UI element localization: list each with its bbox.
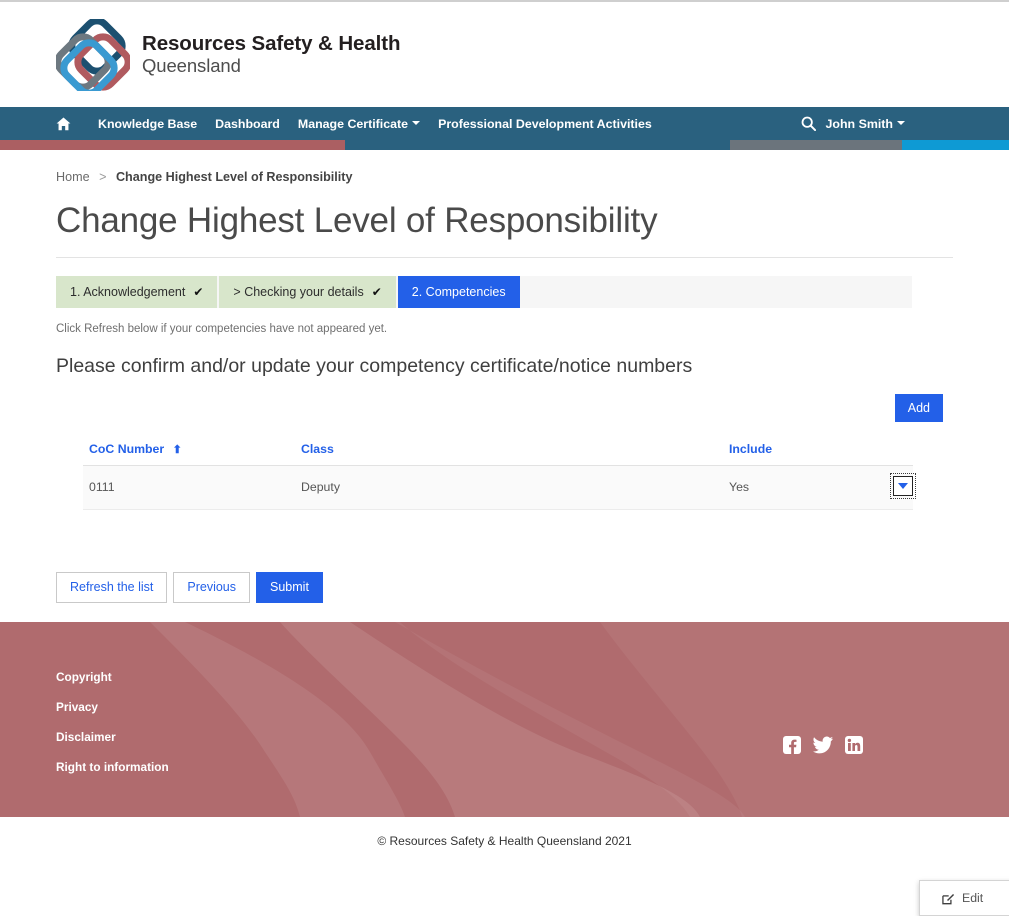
breadcrumb-separator: > [99, 170, 107, 184]
rsq-diamond-logo [56, 18, 130, 91]
home-icon[interactable] [56, 117, 71, 131]
nav-item-manage-certificate[interactable]: Manage Certificate [289, 117, 429, 131]
stripe-segment-darkblue [345, 140, 730, 150]
site-footer: Copyright Privacy Disclaimer Right to in… [0, 622, 1009, 817]
step-checking-your-details[interactable]: > Checking your details ✔ [219, 276, 396, 308]
twitter-icon[interactable] [813, 736, 833, 754]
footer-link-disclaimer[interactable]: Disclaimer [56, 730, 169, 744]
column-header-coc-number-label: CoC Number [89, 442, 165, 457]
copyright-text: © Resources Safety & Health Queensland 2… [377, 834, 632, 848]
step-acknowledgement[interactable]: 1. Acknowledgement ✔ [56, 276, 218, 308]
cell-include: Yes [723, 465, 868, 511]
nav-item-dashboard[interactable]: Dashboard [206, 117, 289, 131]
search-icon[interactable] [801, 116, 816, 131]
chevron-down-glyph [898, 483, 908, 490]
nav-item-knowledge-base[interactable]: Knowledge Base [89, 117, 206, 131]
step-competencies[interactable]: 2. Competencies [397, 276, 520, 308]
table-toolbar: Add [56, 394, 953, 423]
user-menu-button[interactable]: John Smith [826, 117, 905, 131]
previous-button[interactable]: Previous [173, 572, 251, 604]
row-actions-dropdown: Edit [919, 880, 1009, 916]
user-menu-label: John Smith [825, 116, 893, 131]
main-content: Home > Change Highest Level of Responsib… [0, 150, 1009, 916]
brand-header: Resources Safety & Health Queensland [0, 2, 1009, 107]
facebook-icon[interactable] [783, 736, 801, 754]
main-navigation: Knowledge Base Dashboard Manage Certific… [0, 107, 1009, 140]
cell-class: Deputy [295, 465, 723, 511]
section-heading: Please confirm and/or update your compet… [56, 355, 693, 377]
footer-link-copyright[interactable]: Copyright [56, 670, 169, 684]
competency-table-block: Add CoC Number ⬆ Class Include 0111 Depu… [56, 394, 1009, 916]
table-body: 0111 Deputy Yes [83, 465, 916, 511]
column-header-coc-number[interactable]: CoC Number ⬆ [83, 434, 295, 467]
nav-item-professional-development-activities[interactable]: Professional Development Activities [429, 117, 661, 131]
nav-item-manage-certificate-label: Manage Certificate [297, 116, 409, 131]
check-icon: ✔ [371, 285, 382, 299]
stripe-segment-lightblue [902, 140, 1009, 150]
breadcrumb: Home > Change Highest Level of Responsib… [56, 150, 953, 184]
step-acknowledgement-label: 1. Acknowledgement [70, 285, 186, 299]
nav-items: Knowledge Base Dashboard Manage Certific… [56, 117, 661, 131]
cell-actions [868, 465, 916, 511]
form-buttons: Refresh the list Previous Submit [56, 572, 953, 604]
breadcrumb-current: Change Highest Level of Responsibility [115, 170, 353, 184]
page-title: Change Highest Level of Responsibility [56, 201, 953, 258]
row-actions-chevron-down-icon[interactable] [890, 473, 916, 500]
edit-pencil-square-icon [942, 892, 955, 905]
brand-title-line2: Queensland [142, 54, 241, 76]
table-row: 0111 Deputy Yes [83, 465, 916, 511]
stripe-segment-red [0, 140, 345, 150]
page-root: Resources Safety & Health Queensland Kno… [0, 0, 1009, 916]
social-links [783, 736, 863, 766]
sort-ascending-arrow: ⬆ [172, 444, 182, 457]
dropdown-item-edit[interactable]: Edit [920, 887, 1009, 909]
table-header: CoC Number ⬆ Class Include [83, 434, 913, 467]
column-header-actions [868, 434, 913, 467]
linkedin-icon[interactable] [845, 736, 863, 754]
nav-right: John Smith [801, 116, 905, 131]
competency-table: CoC Number ⬆ Class Include 0111 Deputy Y… [83, 434, 916, 511]
cell-coc-number: 0111 [83, 465, 295, 511]
breadcrumb-home-link[interactable]: Home [56, 170, 90, 184]
step-checking-your-details-label: > Checking your details [233, 285, 364, 299]
column-header-include[interactable]: Include [723, 434, 868, 467]
chevron-down-icon [412, 121, 421, 126]
column-header-class[interactable]: Class [295, 434, 723, 467]
footer-links: Copyright Privacy Disclaimer Right to in… [56, 670, 169, 774]
dropdown-item-edit-label: Edit [962, 891, 984, 906]
footer-inner: Copyright Privacy Disclaimer Right to in… [0, 622, 1009, 774]
brand-color-stripe [0, 140, 1009, 150]
check-icon: ✔ [193, 285, 204, 299]
footer-link-right-to-information[interactable]: Right to information [56, 760, 169, 774]
brand-text: Resources Safety & Health Queensland [142, 31, 401, 77]
step-competencies-label: 2. Competencies [411, 285, 506, 299]
table-header-row: CoC Number ⬆ Class Include [83, 434, 913, 467]
caret-down-icon [897, 121, 905, 126]
refresh-hint-text: Click Refresh below if your competencies… [56, 323, 388, 335]
brand-title-line1: Resources Safety & Health [142, 31, 401, 55]
wizard-steps: 1. Acknowledgement ✔ > Checking your det… [56, 276, 912, 308]
stripe-segment-gray [730, 140, 902, 150]
add-button[interactable]: Add [894, 394, 943, 423]
refresh-the-list-button[interactable]: Refresh the list [56, 572, 168, 604]
copyright-bar: © Resources Safety & Health Queensland 2… [0, 817, 1009, 882]
footer-link-privacy[interactable]: Privacy [56, 700, 169, 714]
submit-button[interactable]: Submit [256, 572, 323, 604]
